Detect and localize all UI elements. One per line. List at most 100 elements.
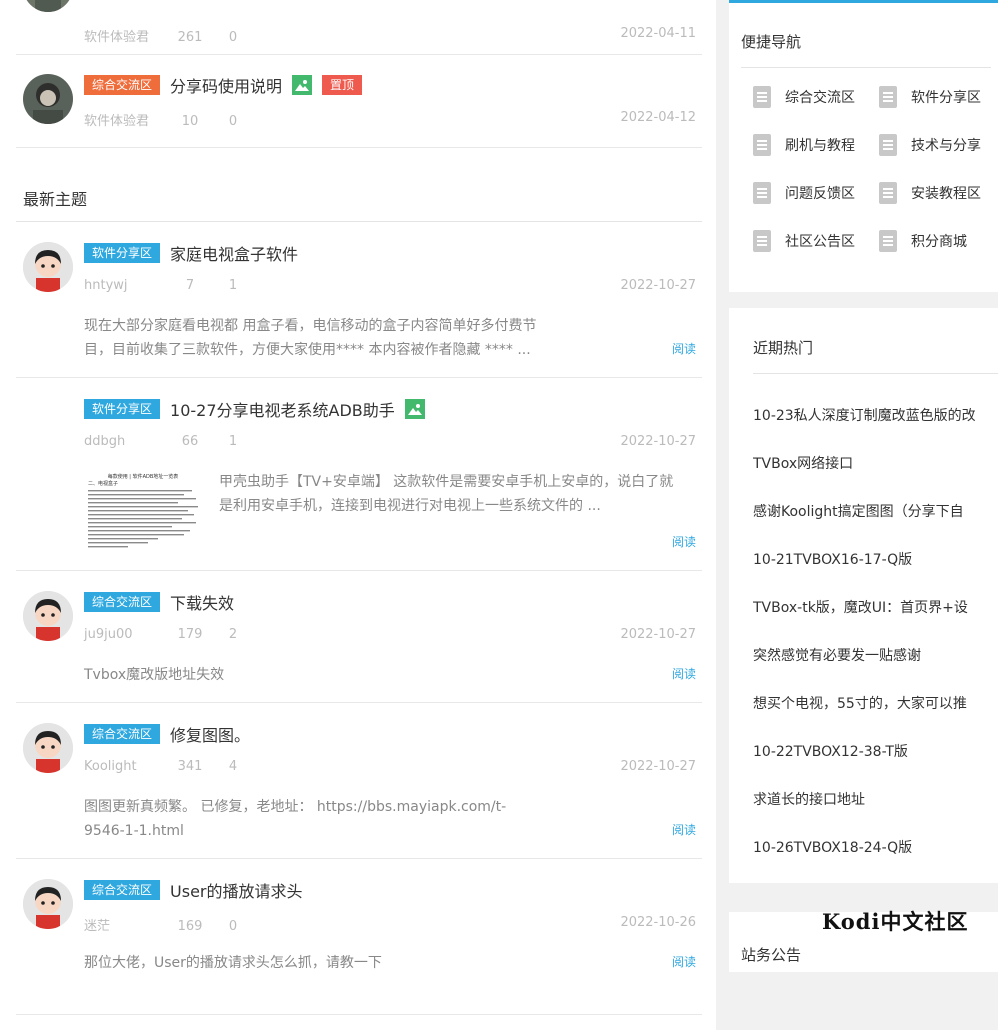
hot-topic-link[interactable]: 想买个电视，55寸的，大家可以推	[753, 693, 993, 713]
reply-count: 2	[228, 627, 238, 642]
site-watermark: Kodi中文社区	[822, 909, 969, 934]
document-icon	[753, 230, 771, 252]
nav-item-label: 积分商城	[911, 234, 967, 250]
hot-topic-link[interactable]: TVBox-tk版，魔改UI：首页界+设	[753, 597, 993, 617]
widget-title: 便捷导航	[741, 33, 802, 51]
hot-topic-link[interactable]: 感谢Koolight搞定图图（分享下自	[753, 501, 993, 521]
post-date: 2022-10-27	[620, 434, 696, 449]
nav-item-flash[interactable]: 刷机与教程	[753, 133, 855, 157]
nav-item-label: 综合交流区	[785, 90, 855, 106]
post-author[interactable]: Koolight	[84, 759, 162, 774]
thumbnail-heading: 每款使用 | 软件ADB地址一览表	[107, 474, 179, 480]
post-meta: 软件体验君 10 0	[84, 110, 248, 129]
list-item[interactable]: 软件分享区 家庭电视盒子软件 hntywj 7 1 2022-10-27 现在大部分…	[16, 222, 702, 378]
post-excerpt: 甲壳虫助手【TV+安卓端】 这款软件是需要安卓手机上安卓的，说白了就是利用安卓手…	[219, 474, 674, 514]
post-author[interactable]: 软件体验君	[84, 26, 162, 45]
reply-count: 1	[228, 434, 238, 449]
post-date: 2022-04-11	[620, 26, 696, 41]
post-meta: Koolight 341 4	[84, 759, 248, 774]
hot-topic-link[interactable]: 10-22TVBOX12-38-T版	[753, 741, 993, 761]
view-count: 341	[177, 759, 203, 774]
avatar[interactable]	[23, 879, 73, 929]
read-link[interactable]: 阅读	[672, 665, 696, 682]
hot-topic-link[interactable]: 10-26TVBOX18-24-Q版	[753, 837, 993, 857]
post-author[interactable]: 软件体验君	[84, 110, 162, 129]
hot-topic-link[interactable]: TVBox网络接口	[753, 453, 993, 473]
document-icon	[753, 134, 771, 156]
document-icon	[879, 134, 897, 156]
category-tag[interactable]: 软件分享区	[84, 243, 161, 263]
category-tag[interactable]: 综合交流区	[84, 592, 161, 612]
avatar[interactable]	[23, 591, 73, 641]
nav-item-tech[interactable]: 技术与分享	[879, 133, 981, 157]
widget-title: 近期热门	[753, 339, 814, 357]
thread-list: 软件体验君 261 0 2022-04-11 综合交流区 分享码使用说明 置顶 软件…	[0, 0, 716, 1030]
pinned-post-partial[interactable]: 软件体验君 261 0 2022-04-11	[16, 0, 702, 55]
avatar[interactable]	[23, 723, 73, 773]
post-excerpt: 现在大部分家庭看电视都 用盒子看，电信移动的盒子内容简单好多付费节目，目前收集了…	[84, 318, 537, 358]
reply-count: 4	[228, 759, 238, 774]
reply-count: 0	[228, 114, 238, 129]
pinned-post[interactable]: 综合交流区 分享码使用说明 置顶 软件体验君 10 0 2022-04-12	[16, 54, 702, 148]
category-tag[interactable]: 综合交流区	[84, 724, 161, 744]
post-author[interactable]: ddbgh	[84, 434, 162, 449]
reply-count: 1	[228, 278, 238, 293]
category-tag[interactable]: 综合交流区	[84, 880, 161, 900]
read-link[interactable]: 阅读	[672, 953, 696, 970]
thumbnail-text-lines	[88, 490, 198, 548]
avatar[interactable]	[23, 0, 73, 12]
post-author[interactable]: 迷茫	[84, 915, 162, 934]
post-date: 2022-10-27	[620, 627, 696, 642]
divider	[741, 67, 991, 68]
post-author[interactable]: ju9ju00	[84, 627, 162, 642]
thumbnail-subheading: 二、电视盒子	[88, 481, 119, 487]
nav-item-label: 安装教程区	[911, 186, 981, 202]
category-tag[interactable]: 软件分享区	[84, 399, 161, 419]
read-link[interactable]: 阅读	[672, 533, 696, 550]
nav-item-announcements[interactable]: 社区公告区	[753, 229, 855, 253]
avatar[interactable]	[23, 242, 73, 292]
hot-topic-link[interactable]: 10-21TVBOX16-17-Q版	[753, 549, 993, 569]
view-count: 7	[185, 278, 195, 293]
nav-item-label: 社区公告区	[785, 234, 855, 250]
post-title[interactable]: 修复图图。	[170, 722, 250, 746]
read-link[interactable]: 阅读	[672, 821, 696, 838]
nav-item-points-store[interactable]: 积分商城	[879, 229, 967, 253]
nav-item-software[interactable]: 软件分享区	[879, 85, 981, 109]
hot-topics-widget: 近期热门 10-23私人深度订制魔改蓝色版的改 TVBox网络接口 感谢Kool…	[729, 308, 998, 883]
post-meta: ddbgh 66 1	[84, 434, 248, 449]
category-tag[interactable]: 综合交流区	[84, 75, 161, 95]
view-count: 66	[181, 434, 199, 449]
nav-item-label: 问题反馈区	[785, 186, 855, 202]
hot-topic-link[interactable]: 10-23私人深度订制魔改蓝色版的改	[753, 405, 993, 425]
post-meta: 迷茫 169 0	[84, 915, 248, 934]
post-thumbnail[interactable]: 每款使用 | 软件ADB地址一览表 二、电视盒子	[84, 474, 202, 552]
post-meta: 软件体验君 261 0	[84, 26, 248, 45]
list-item[interactable]: 综合交流区 修复图图。 Koolight 341 4 2022-10-27 图图更新…	[16, 703, 702, 859]
hot-topic-link[interactable]: 求道长的接口地址	[753, 789, 993, 809]
post-excerpt: 那位大佬，User的播放请求头怎么抓，请教一下	[84, 955, 382, 971]
nav-item-install[interactable]: 安装教程区	[879, 181, 981, 205]
post-title[interactable]: 家庭电视盒子软件	[170, 241, 298, 265]
document-icon	[879, 230, 897, 252]
nav-item-feedback[interactable]: 问题反馈区	[753, 181, 855, 205]
post-title[interactable]: 10-27分享电视老系统ADB助手	[170, 397, 395, 421]
list-item[interactable]: 软件分享区 10-27分享电视老系统ADB助手 ddbgh 66 1 2022-10…	[16, 378, 702, 571]
post-title[interactable]: 分享码使用说明	[170, 73, 282, 97]
post-title[interactable]: User的播放请求头	[170, 878, 302, 902]
view-count: 261	[177, 30, 203, 45]
post-date: 2022-10-26	[620, 915, 696, 930]
list-item[interactable]: 综合交流区 下载失效 ju9ju00 179 2 2022-10-27 Tvbox魔…	[16, 571, 702, 703]
nav-item-label: 刷机与教程	[785, 138, 855, 154]
list-item[interactable]: 综合交流区 User的播放请求头 迷茫 169 0 2022-10-26 那位大佬，…	[16, 859, 702, 1015]
post-author[interactable]: hntywj	[84, 278, 162, 293]
section-title: 最新主题	[23, 190, 88, 209]
nav-item-general[interactable]: 综合交流区	[753, 85, 855, 109]
document-icon	[879, 86, 897, 108]
hot-topic-link[interactable]: 突然感觉有必要发一贴感谢	[753, 645, 993, 665]
post-title[interactable]: 下载失效	[170, 590, 234, 614]
view-count: 179	[177, 627, 203, 642]
post-excerpt: 图图更新真频繁。 已修复，老地址： https://bbs.mayiapk.co…	[84, 799, 507, 839]
avatar[interactable]	[23, 74, 73, 124]
read-link[interactable]: 阅读	[672, 340, 696, 357]
